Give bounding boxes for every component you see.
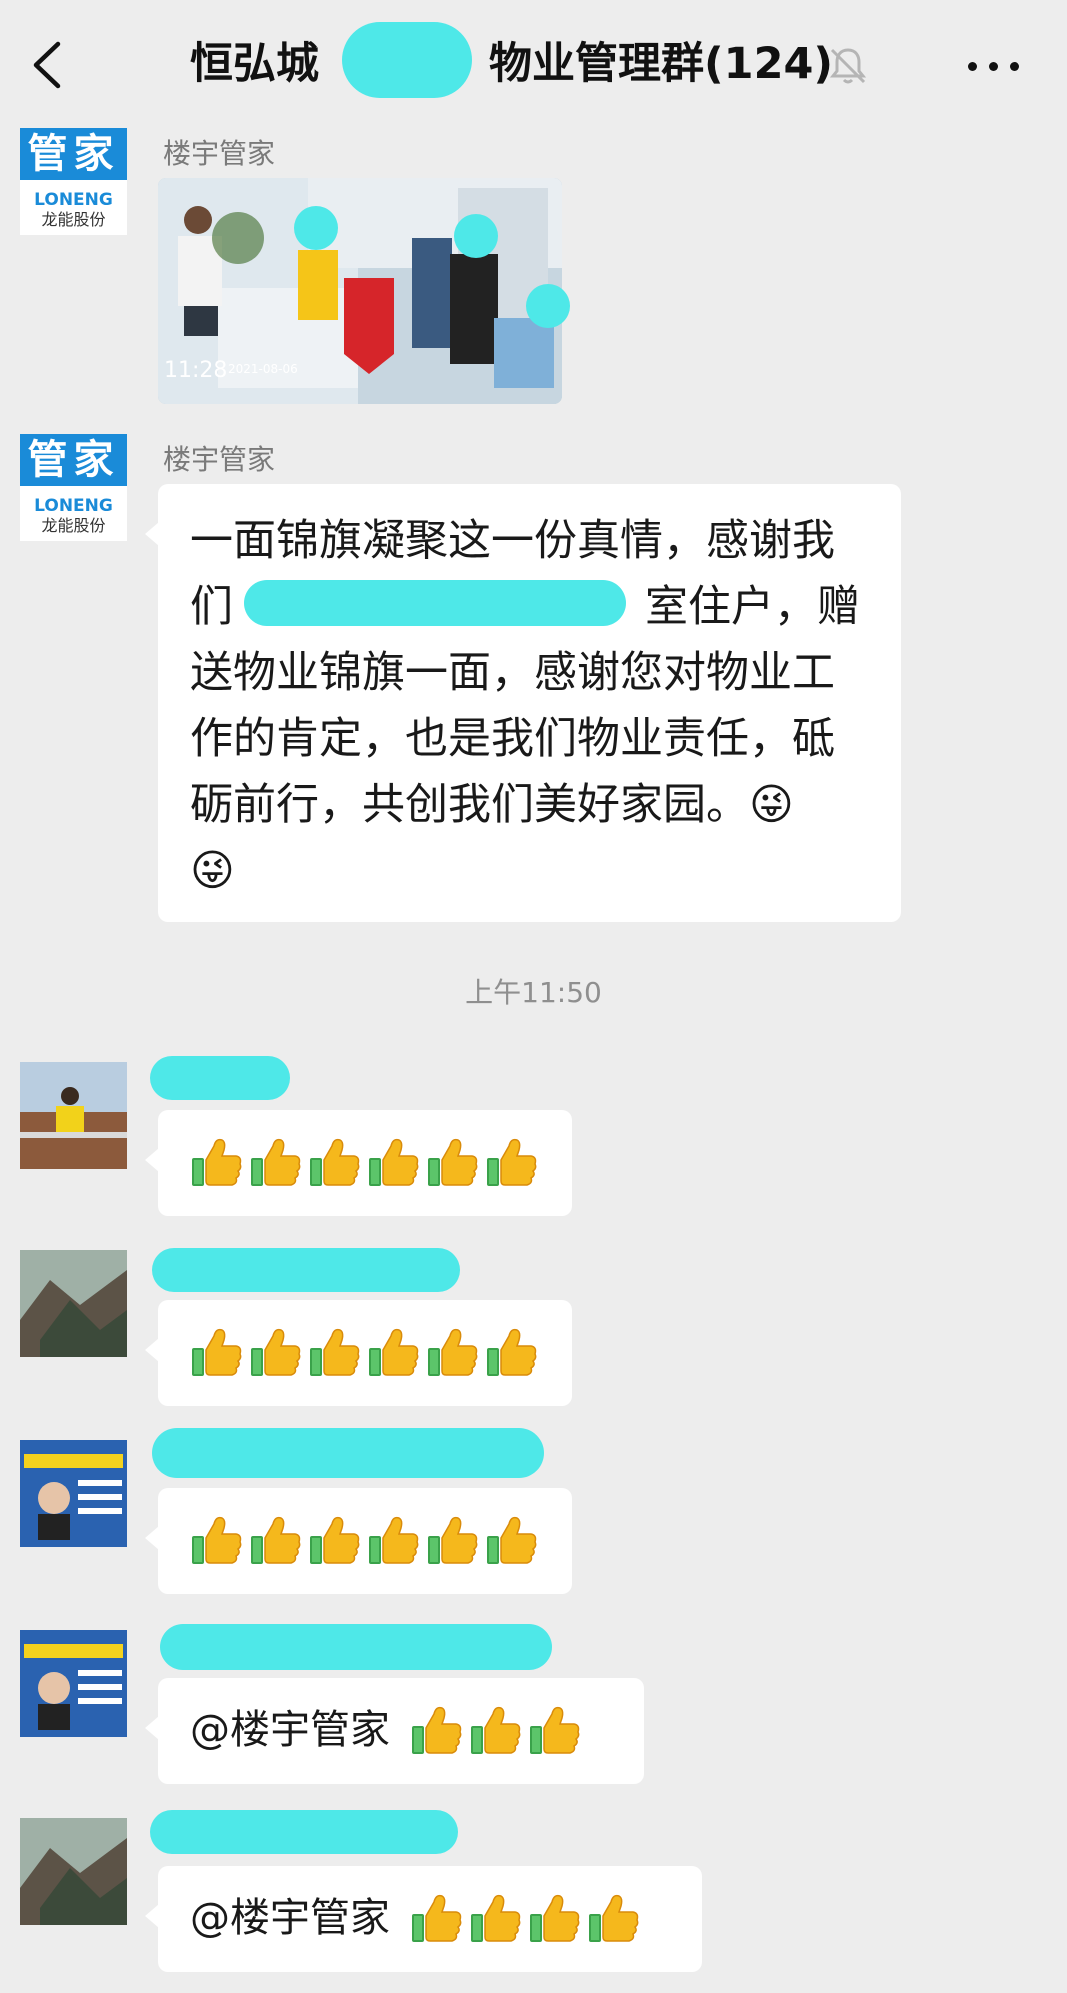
thumbs-up-icon — [251, 1138, 301, 1186]
thumbs-row — [188, 1512, 539, 1568]
thumbs-up-icon — [192, 1328, 242, 1376]
logo-company: 龙能股份 — [41, 210, 106, 229]
thumbs-up-icon — [487, 1516, 537, 1564]
redaction-mark — [150, 1056, 290, 1100]
thumbs-up-icon — [369, 1138, 419, 1186]
thumbs-up-icon — [412, 1894, 462, 1942]
message-line: 一面锦旗凝聚这一份真情，感谢我 — [190, 516, 835, 566]
sender-name: 楼宇管家 — [163, 137, 276, 170]
avatar[interactable] — [20, 1250, 127, 1357]
image-message[interactable]: 11:28 2021-08-06 — [158, 178, 562, 404]
thumbs-row — [188, 1324, 539, 1380]
more-icon[interactable] — [966, 48, 1022, 82]
reply-bubble[interactable]: @楼宇管家 — [145, 1678, 644, 1784]
logo-title: 管家 — [20, 434, 127, 486]
message-line-end: 室住户，赠 — [645, 582, 860, 632]
thumbs-row — [408, 1702, 582, 1758]
avatar[interactable]: 管家 LONENG 龙能股份 — [20, 434, 127, 541]
thumbs-up-icon — [428, 1138, 478, 1186]
message-line-start: 们 — [190, 582, 233, 632]
redaction-mark — [152, 1248, 460, 1292]
thumbs-up-icon — [487, 1138, 537, 1186]
photo-timestamp: 11:28 — [164, 358, 228, 383]
thumbs-up-icon — [412, 1706, 462, 1754]
thumbs-up-icon — [428, 1328, 478, 1376]
redaction-mark — [152, 1428, 544, 1478]
thumbs-row — [408, 1890, 641, 1946]
mention-row: @楼宇管家 — [190, 1890, 641, 1946]
avatar-photo — [20, 1818, 127, 1925]
redaction-mark — [244, 580, 626, 626]
thumbs-up-icon — [369, 1516, 419, 1564]
avatar[interactable] — [20, 1440, 127, 1547]
thumbs-up-icon — [369, 1328, 419, 1376]
thumbs-up-icon — [471, 1894, 521, 1942]
avatar-photo — [20, 1062, 127, 1169]
avatar-photo — [20, 1250, 127, 1357]
logo-brand: LONENG — [34, 190, 113, 210]
text-message[interactable]: 一面锦旗凝聚这一份真情，感谢我 们 室住户，赠 送物业锦旗一面，感谢您对物业工 作… — [145, 484, 901, 922]
avatar[interactable] — [20, 1630, 127, 1737]
redaction-mark — [342, 22, 472, 98]
thumbs-row — [188, 1134, 539, 1190]
message-line: 作的肯定，也是我们物业责任，砥 — [190, 714, 835, 764]
avatar-photo — [20, 1630, 127, 1737]
bell-muted-icon — [829, 48, 867, 84]
thumbs-up-icon — [487, 1328, 537, 1376]
redaction-mark — [454, 214, 498, 258]
thumbs-up-icon — [251, 1516, 301, 1564]
thumbs-up-icon — [428, 1516, 478, 1564]
thumbs-up-icon — [251, 1328, 301, 1376]
reply-bubble[interactable] — [145, 1110, 572, 1216]
avatar[interactable]: 管家 LONENG 龙能股份 — [20, 128, 127, 235]
thumbs-up-icon — [192, 1516, 242, 1564]
mention-row: @楼宇管家 — [190, 1702, 582, 1758]
redaction-mark — [294, 206, 338, 250]
redaction-mark — [160, 1624, 552, 1670]
reply-bubble[interactable] — [145, 1488, 572, 1594]
avatar[interactable] — [20, 1818, 127, 1925]
redaction-mark — [150, 1810, 458, 1854]
photo-date: 2021-08-06 — [228, 362, 298, 376]
avatar-photo — [20, 1440, 127, 1547]
chat-title-right: 物业管理群(124) — [489, 39, 834, 89]
time-divider: 上午11:50 — [465, 976, 602, 1009]
reply-bubble[interactable] — [145, 1300, 572, 1406]
redaction-mark — [526, 284, 570, 328]
back-icon[interactable] — [26, 40, 70, 90]
avatar[interactable] — [20, 1062, 127, 1169]
sender-name: 楼宇管家 — [163, 443, 276, 476]
thumbs-up-icon — [589, 1894, 639, 1942]
thumbs-up-icon — [530, 1706, 580, 1754]
logo-title: 管家 — [20, 128, 127, 180]
chat-header: 恒弘城 物业管理群(124) — [0, 0, 1067, 130]
logo-company: 龙能股份 — [41, 516, 106, 535]
thumbs-up-icon — [310, 1328, 360, 1376]
mention-text[interactable]: @楼宇管家 — [190, 1890, 390, 1946]
thumbs-up-icon — [310, 1516, 360, 1564]
chat-title: 恒弘城 物业管理群(124) — [190, 34, 833, 94]
reply-bubble[interactable]: @楼宇管家 — [145, 1866, 702, 1972]
logo-brand: LONENG — [34, 496, 113, 516]
thumbs-up-icon — [310, 1138, 360, 1186]
thumbs-up-icon — [192, 1138, 242, 1186]
thumbs-up-icon — [471, 1706, 521, 1754]
message-line: 😜 — [190, 846, 235, 896]
message-line: 砺前行，共创我们美好家园。😜 — [190, 780, 794, 830]
chat-title-left: 恒弘城 — [190, 39, 319, 89]
message-line: 送物业锦旗一面，感谢您对物业工 — [190, 648, 835, 698]
mention-text[interactable]: @楼宇管家 — [190, 1702, 390, 1758]
thumbs-up-icon — [530, 1894, 580, 1942]
